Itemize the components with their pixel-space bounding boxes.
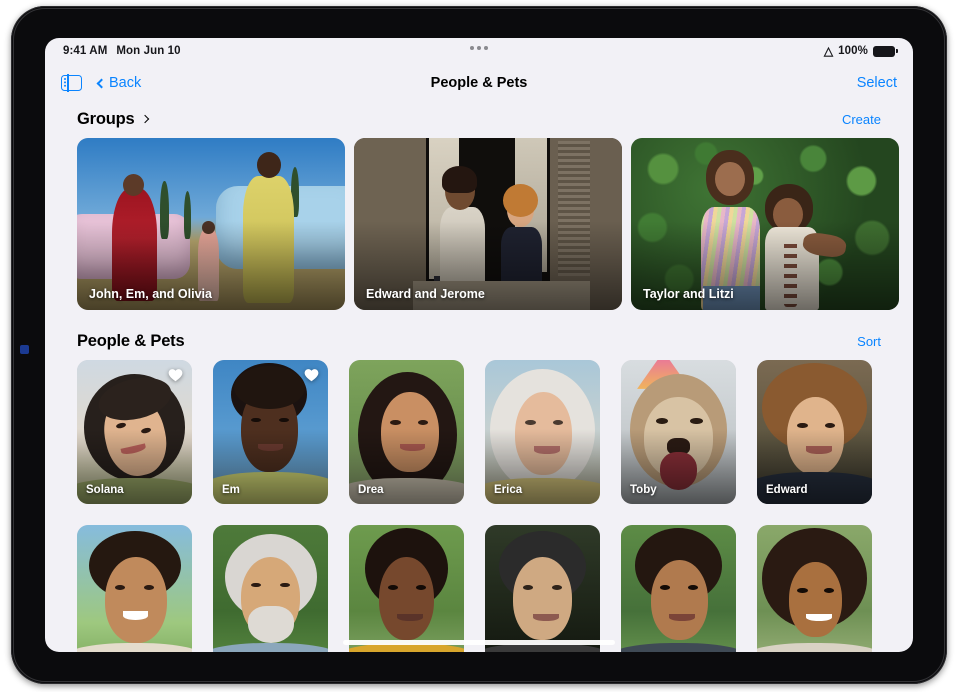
back-button[interactable]: Back: [98, 75, 141, 91]
back-button-label: Back: [109, 75, 141, 91]
multitasking-dots-icon[interactable]: [470, 46, 488, 50]
battery-full-icon: [873, 46, 895, 57]
people-title: People & Pets: [77, 332, 184, 351]
person-tile[interactable]: Drea: [349, 360, 464, 504]
person-tile[interactable]: Toby: [621, 360, 736, 504]
person-tile-label: Drea: [358, 484, 384, 496]
group-card[interactable]: Taylor and Litzi: [631, 138, 899, 310]
group-card-label: John, Em, and Olivia: [89, 287, 212, 301]
bezel-artifact: [20, 345, 29, 354]
groups-row: John, Em, and Olivia: [45, 136, 913, 310]
create-button[interactable]: Create: [842, 112, 881, 127]
ipad-screen: 9:41 AM Mon Jun 10 △ 100% Back P: [45, 38, 913, 652]
group-card[interactable]: Edward and Jerome: [354, 138, 622, 310]
chevron-left-icon: [97, 78, 107, 88]
battery-percent: 100%: [838, 45, 868, 57]
person-tile[interactable]: [349, 525, 464, 652]
heart-filled-icon[interactable]: [168, 368, 183, 382]
person-tile[interactable]: [213, 525, 328, 652]
status-date: Mon Jun 10: [116, 45, 180, 57]
chevron-right-icon[interactable]: [141, 115, 149, 123]
status-bar: 9:41 AM Mon Jun 10 △ 100%: [45, 38, 913, 64]
group-card-label: Edward and Jerome: [366, 287, 485, 301]
heart-filled-icon[interactable]: [304, 368, 319, 382]
status-bar-right: △ 100%: [824, 45, 895, 57]
person-tile-label: Solana: [86, 484, 124, 496]
people-section-header: People & Pets Sort: [45, 324, 913, 358]
nav-right-group: Select: [857, 74, 897, 92]
person-tile-label: Erica: [494, 484, 522, 496]
sidebar-toggle-icon[interactable]: [61, 75, 82, 91]
wifi-icon: △: [824, 45, 833, 57]
person-tile-label: Toby: [630, 484, 657, 496]
status-time: 9:41 AM: [63, 45, 107, 57]
groups-section-header: Groups Create: [45, 102, 913, 136]
groups-title: Groups: [77, 110, 134, 129]
group-card[interactable]: John, Em, and Olivia: [77, 138, 345, 310]
content-area: Groups Create: [45, 102, 913, 652]
person-tile[interactable]: Solana: [77, 360, 192, 504]
navigation-bar: Back People & Pets Select: [45, 64, 913, 102]
person-tile-label: Edward: [766, 484, 808, 496]
home-indicator[interactable]: [343, 640, 615, 645]
person-tile[interactable]: [621, 525, 736, 652]
person-tile[interactable]: Em: [213, 360, 328, 504]
person-tile[interactable]: [485, 525, 600, 652]
select-button[interactable]: Select: [857, 75, 897, 91]
nav-left-group: Back: [61, 75, 141, 91]
ipad-device-frame: 9:41 AM Mon Jun 10 △ 100% Back P: [11, 6, 947, 684]
person-tile[interactable]: [757, 525, 872, 652]
person-tile[interactable]: [77, 525, 192, 652]
people-grid: Solana Em: [45, 358, 913, 652]
sort-button[interactable]: Sort: [857, 334, 881, 349]
person-tile-label: Em: [222, 484, 240, 496]
person-tile[interactable]: Edward: [757, 360, 872, 504]
group-card-label: Taylor and Litzi: [643, 287, 734, 301]
status-bar-left: 9:41 AM Mon Jun 10: [63, 45, 181, 57]
person-tile[interactable]: Erica: [485, 360, 600, 504]
page-title: People & Pets: [431, 75, 528, 91]
